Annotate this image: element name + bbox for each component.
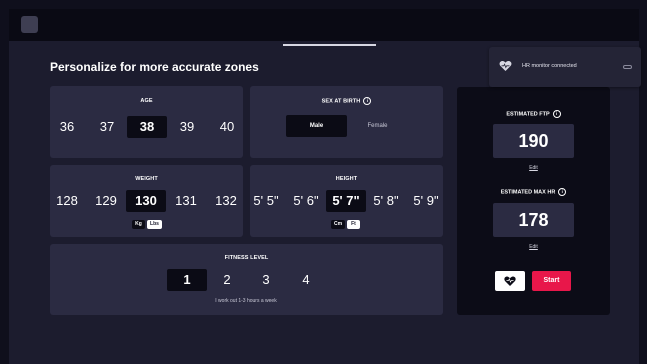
heart-icon [504,276,516,286]
age-option-38[interactable]: 38 [127,116,167,138]
fitness-label: FITNESS LEVEL [224,255,269,261]
height-option-5-5[interactable]: 5' 5" [246,190,286,212]
page-title: Personalize for more accurate zones [50,60,259,74]
age-option-39[interactable]: 39 [167,116,207,138]
weight-option-130[interactable]: 130 [126,190,166,212]
height-label: HEIGHT [335,176,358,182]
info-icon[interactable]: i [558,188,567,196]
battery-icon [623,65,632,69]
height-option-5-6[interactable]: 5' 6" [286,190,326,212]
top-bar [9,9,639,41]
max-hr-edit-link[interactable]: Edit [457,244,610,250]
max-hr-label: ESTIMATED MAX HR [500,189,556,196]
heart-icon [499,60,512,71]
height-unit-ft[interactable]: Ft [347,220,360,229]
max-hr-value: 178 [493,203,574,237]
height-option-5-8[interactable]: 5' 8" [366,190,406,212]
age-option-37[interactable]: 37 [87,116,127,138]
weight-unit-lbs[interactable]: Lbs [147,220,162,229]
info-icon[interactable]: i [552,110,561,118]
weight-option-132[interactable]: 132 [206,190,246,212]
weight-option-128[interactable]: 128 [47,190,87,212]
sex-label: SEX AT BIRTH [321,98,361,105]
weight-option-129[interactable]: 129 [86,190,126,212]
ftp-edit-link[interactable]: Edit [457,165,610,171]
weight-option-131[interactable]: 131 [166,190,206,212]
fitness-option-4[interactable]: 4 [286,269,326,291]
sex-option-female[interactable]: Female [347,115,408,137]
ftp-value: 190 [493,124,574,158]
age-label: AGE [140,98,153,104]
hr-monitor-toast: HR monitor connected [489,47,641,87]
height-option-5-7[interactable]: 5' 7" [326,190,366,212]
toast-message: HR monitor connected [522,63,577,69]
height-option-5-9[interactable]: 5' 9" [406,190,446,212]
height-unit-cm[interactable]: Cm [331,220,345,229]
fitness-option-2[interactable]: 2 [207,269,247,291]
fitness-description: I work out 1-3 hours a week [215,298,277,304]
start-button[interactable]: Start [532,271,571,291]
age-option-40[interactable]: 40 [207,116,247,138]
app-icon[interactable] [21,16,38,33]
step-progress-indicator [283,44,376,46]
weight-unit-kg[interactable]: Kg [132,220,145,229]
info-icon[interactable]: i [363,97,372,105]
fitness-option-1[interactable]: 1 [167,269,207,291]
age-option-36[interactable]: 36 [47,116,87,138]
ftp-label: ESTIMATED FTP [506,111,550,118]
weight-label: WEIGHT [135,176,158,182]
fitness-option-3[interactable]: 3 [246,269,286,291]
sex-option-male[interactable]: Male [286,115,347,137]
heart-rate-button[interactable] [495,271,525,291]
